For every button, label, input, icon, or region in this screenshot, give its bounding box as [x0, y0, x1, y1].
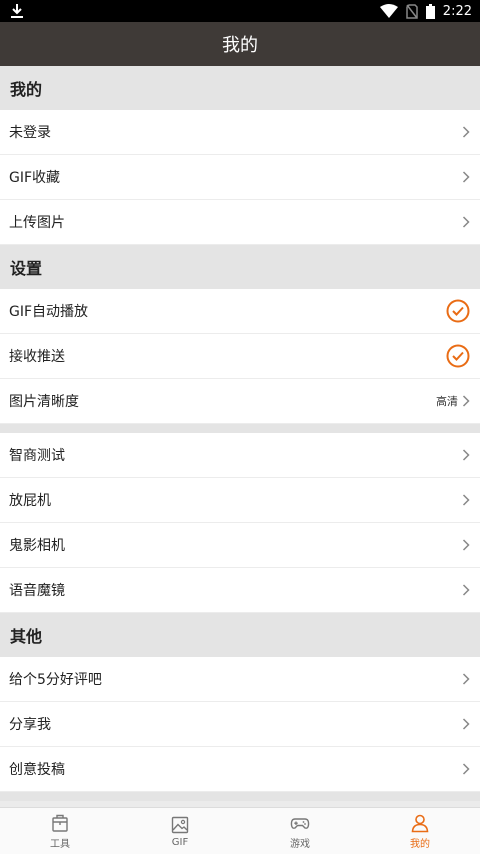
row-label: 智商测试	[9, 448, 65, 464]
chevron-right-icon	[462, 494, 470, 506]
status-bar: 2:22	[0, 0, 480, 22]
row-not-logged-in[interactable]: 未登录	[0, 110, 480, 155]
no-sim-icon	[406, 3, 418, 19]
tab-label: 我的	[410, 838, 430, 850]
wifi-icon	[379, 4, 398, 18]
row-rate-five-stars[interactable]: 给个5分好评吧	[0, 657, 480, 702]
chevron-right-icon	[462, 126, 470, 138]
row-gif-autoplay[interactable]: GIF自动播放	[0, 289, 480, 334]
checkmark-circle-icon[interactable]	[446, 299, 470, 323]
tab-label: GIF	[171, 836, 189, 848]
chevron-right-icon	[462, 539, 470, 551]
tab-label: 工具	[50, 838, 70, 850]
row-submit-idea[interactable]: 创意投稿	[0, 747, 480, 792]
tab-tools[interactable]: 工具	[0, 808, 120, 854]
section-header-settings: 设置	[0, 245, 480, 289]
image-icon	[171, 816, 189, 833]
row-label: 给个5分好评吧	[9, 672, 102, 688]
chevron-right-icon	[462, 763, 470, 775]
tab-label: 游戏	[290, 838, 310, 850]
gamepad-icon	[290, 817, 310, 829]
page-title: 我的	[222, 35, 258, 56]
toolbox-icon	[52, 814, 68, 832]
title-bar: 我的	[0, 22, 480, 66]
chevron-right-icon	[462, 395, 470, 407]
checkmark-circle-icon[interactable]	[446, 344, 470, 368]
row-receive-push[interactable]: 接收推送	[0, 334, 480, 379]
row-label: 上传图片	[9, 215, 65, 231]
status-time: 2:22	[442, 3, 472, 19]
row-ghost-camera[interactable]: 鬼影相机	[0, 523, 480, 568]
bottom-tab-bar: 工具 GIF 游戏 我的	[0, 807, 480, 854]
row-label: 放屁机	[9, 493, 51, 509]
row-image-quality[interactable]: 图片清晰度 高清	[0, 379, 480, 424]
row-label: 未登录	[9, 125, 51, 141]
download-icon	[11, 4, 23, 18]
row-share[interactable]: 分享我	[0, 702, 480, 747]
row-voice-mirror[interactable]: 语音魔镜	[0, 568, 480, 613]
row-fart-machine[interactable]: 放屁机	[0, 478, 480, 523]
user-icon	[411, 814, 429, 832]
row-label: 图片清晰度	[9, 394, 79, 410]
row-iq-test[interactable]: 智商测试	[0, 433, 480, 478]
section-header-mine: 我的	[0, 66, 480, 110]
chevron-right-icon	[462, 584, 470, 596]
chevron-right-icon	[462, 718, 470, 730]
row-label: GIF收藏	[9, 170, 61, 186]
chevron-right-icon	[462, 449, 470, 461]
row-upload-image[interactable]: 上传图片	[0, 200, 480, 245]
chevron-right-icon	[462, 673, 470, 685]
row-label: 分享我	[9, 717, 51, 733]
section-divider	[0, 424, 480, 433]
chevron-right-icon	[462, 216, 470, 228]
row-label: 接收推送	[9, 349, 65, 365]
settings-list: 我的 未登录 GIF收藏 上传图片 设置 GIF自动播放 接收推送 图片清晰度 …	[0, 66, 480, 807]
tab-gif[interactable]: GIF	[120, 808, 240, 854]
image-quality-value: 高清	[436, 395, 458, 408]
row-label: GIF自动播放	[9, 304, 89, 320]
chevron-right-icon	[462, 171, 470, 183]
row-gif-favorites[interactable]: GIF收藏	[0, 155, 480, 200]
section-divider	[0, 792, 480, 801]
section-header-other: 其他	[0, 613, 480, 657]
tab-games[interactable]: 游戏	[240, 808, 360, 854]
row-label: 鬼影相机	[9, 538, 65, 554]
row-label: 创意投稿	[9, 762, 65, 778]
tab-mine[interactable]: 我的	[360, 808, 480, 854]
battery-icon	[425, 3, 435, 19]
row-label: 语音魔镜	[9, 583, 65, 599]
